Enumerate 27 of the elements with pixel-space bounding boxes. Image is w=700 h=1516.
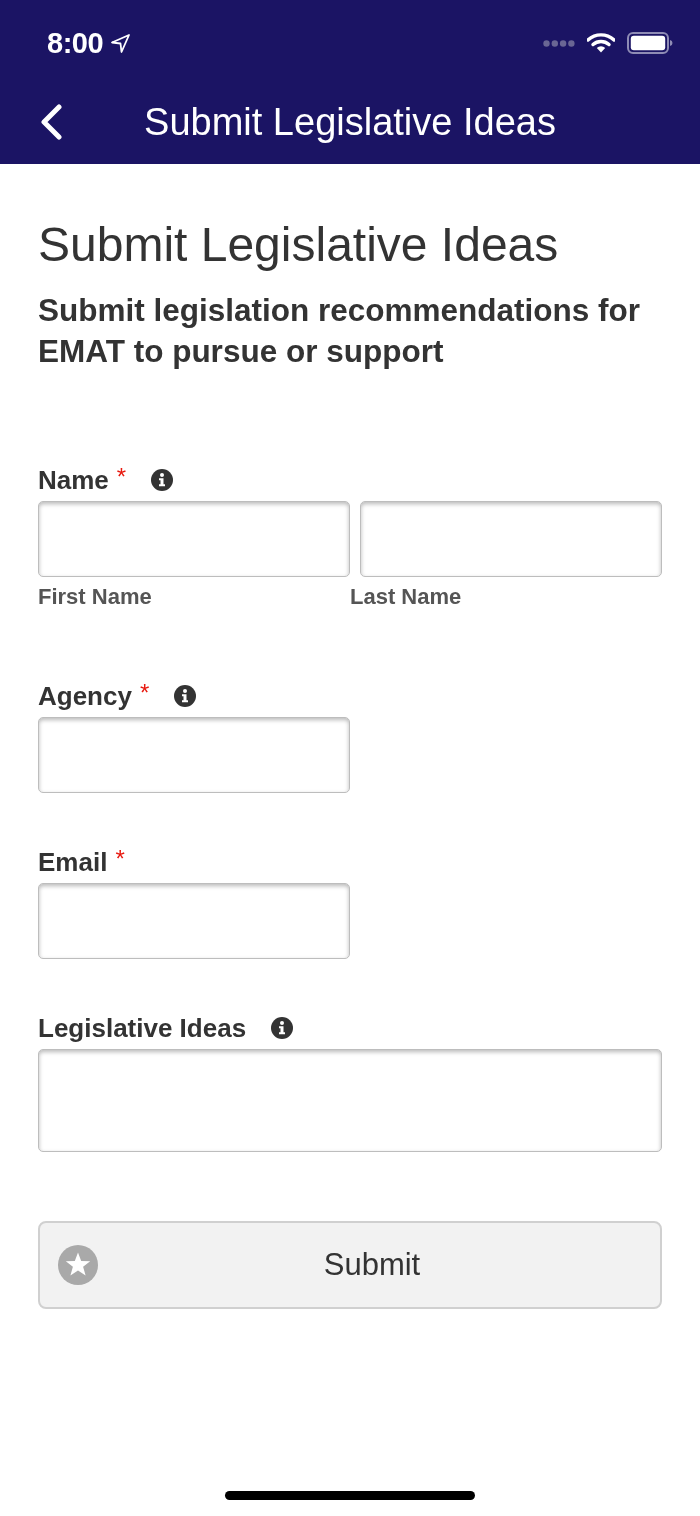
status-time: 8:00 xyxy=(47,26,104,60)
input-field[interactable] xyxy=(38,883,350,959)
input-sublabel: First Name xyxy=(38,584,153,610)
required-mark: * xyxy=(115,847,125,871)
input-field[interactable] xyxy=(38,717,350,793)
nav-title: Submit Legislative Ideas xyxy=(144,100,556,144)
field-label: Email xyxy=(38,847,108,877)
info-icon[interactable] xyxy=(271,1017,294,1039)
location-arrow-icon xyxy=(111,33,131,53)
field-label: Name xyxy=(38,465,109,495)
page-subheading: Submit legislation recommendations for EMAT to pursue or support xyxy=(38,291,642,371)
input-field[interactable] xyxy=(38,501,350,577)
signal-icon xyxy=(543,39,575,47)
text-area-field[interactable] xyxy=(38,1049,662,1152)
info-icon[interactable] xyxy=(151,469,174,491)
field-label: Legislative Ideas xyxy=(38,1013,247,1043)
input-sublabel: Last Name xyxy=(350,584,463,610)
required-mark: * xyxy=(139,681,150,705)
page-heading: Submit Legislative Ideas xyxy=(38,217,560,273)
required-mark: * xyxy=(116,465,127,489)
wifi-icon xyxy=(587,33,615,53)
battery-icon xyxy=(627,32,673,54)
submit-button[interactable]: Submit xyxy=(38,1221,662,1309)
info-icon[interactable] xyxy=(174,685,197,707)
back-chevron-icon xyxy=(40,104,62,140)
input-field[interactable] xyxy=(360,501,662,577)
field-label: Agency xyxy=(38,681,132,711)
